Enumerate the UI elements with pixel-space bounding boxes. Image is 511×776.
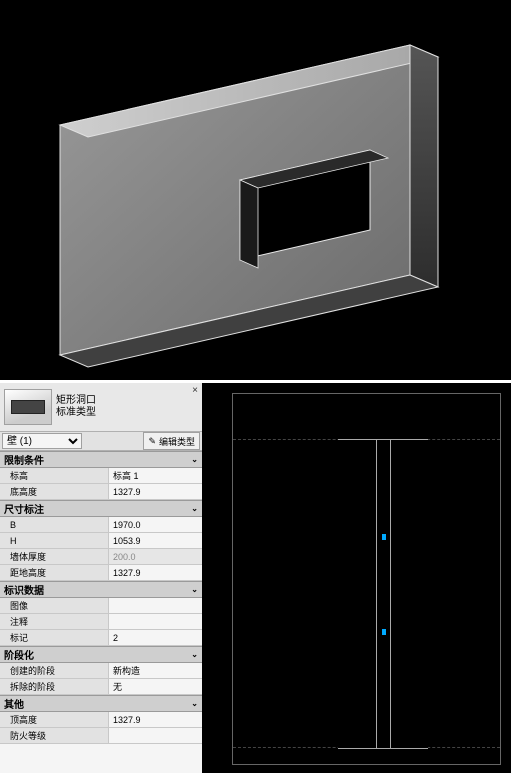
grip-marker[interactable] [382,629,386,635]
edit-type-button[interactable]: ✎ 编辑类型 [143,432,200,450]
section-constraints[interactable]: 限制条件⌄ [0,451,202,468]
label-image: 图像 [0,598,109,613]
viewport-2d[interactable] [202,383,511,773]
value-base-height[interactable]: 1327.9 [109,484,202,499]
value-b[interactable]: 1970.0 [109,517,202,532]
label-base-height: 底高度 [0,484,109,499]
edit-type-icon: ✎ [148,436,156,447]
close-icon[interactable]: × [192,385,198,396]
value-mark[interactable]: 2 [109,630,202,645]
collapse-icon: ⌄ [191,455,198,464]
label-demolished-phase: 拆除的阶段 [0,679,109,694]
properties-header: 矩形洞口 标准类型 × [0,383,202,432]
properties-panel: 矩形洞口 标准类型 × 壁 (1) ✎ 编辑类型 限制条件⌄ 标高标高 1 底高… [0,383,202,773]
wall-3d-model [40,35,470,375]
crop-frame [232,393,501,765]
properties-blank-area [0,744,202,773]
opening-edge-left [376,440,377,748]
value-created-phase[interactable]: 新构造 [109,663,202,678]
label-comment: 注释 [0,614,109,629]
collapse-icon: ⌄ [191,504,198,513]
label-fire-rating: 防火等级 [0,728,109,743]
instance-selector-row: 壁 (1) ✎ 编辑类型 [0,432,202,451]
value-image[interactable] [109,598,202,613]
value-demolished-phase[interactable]: 无 [109,679,202,694]
section-dimensions[interactable]: 尺寸标注⌄ [0,500,202,517]
label-level: 标高 [0,468,109,483]
value-level[interactable]: 标高 1 [109,468,202,483]
value-top-height[interactable]: 1327.9 [109,712,202,727]
wall-2d[interactable] [338,439,428,749]
value-comment[interactable] [109,614,202,629]
value-wall-thickness: 200.0 [109,549,202,564]
value-h[interactable]: 1053.9 [109,533,202,548]
section-other[interactable]: 其他⌄ [0,695,202,712]
label-wall-thickness: 墙体厚度 [0,549,109,564]
opening-edge-right [390,440,391,748]
collapse-icon: ⌄ [191,650,198,659]
label-created-phase: 创建的阶段 [0,663,109,678]
viewport-3d[interactable] [0,0,511,383]
section-phasing[interactable]: 阶段化⌄ [0,646,202,663]
label-mark: 标记 [0,630,109,645]
type-thumbnail [4,389,52,425]
grip-marker[interactable] [382,534,386,540]
value-fire-rating[interactable] [109,728,202,743]
label-h: H [0,533,109,548]
type-name-line2: 标准类型 [56,407,96,419]
section-identity[interactable]: 标识数据⌄ [0,581,202,598]
type-name-line1: 矩形洞口 [56,395,96,407]
collapse-icon: ⌄ [191,699,198,708]
instance-selector[interactable]: 壁 (1) [2,433,82,449]
value-ground-height[interactable]: 1327.9 [109,565,202,580]
label-ground-height: 距地高度 [0,565,109,580]
collapse-icon: ⌄ [191,585,198,594]
label-b: B [0,517,109,532]
edit-type-label: 编辑类型 [159,435,195,448]
label-top-height: 顶高度 [0,712,109,727]
